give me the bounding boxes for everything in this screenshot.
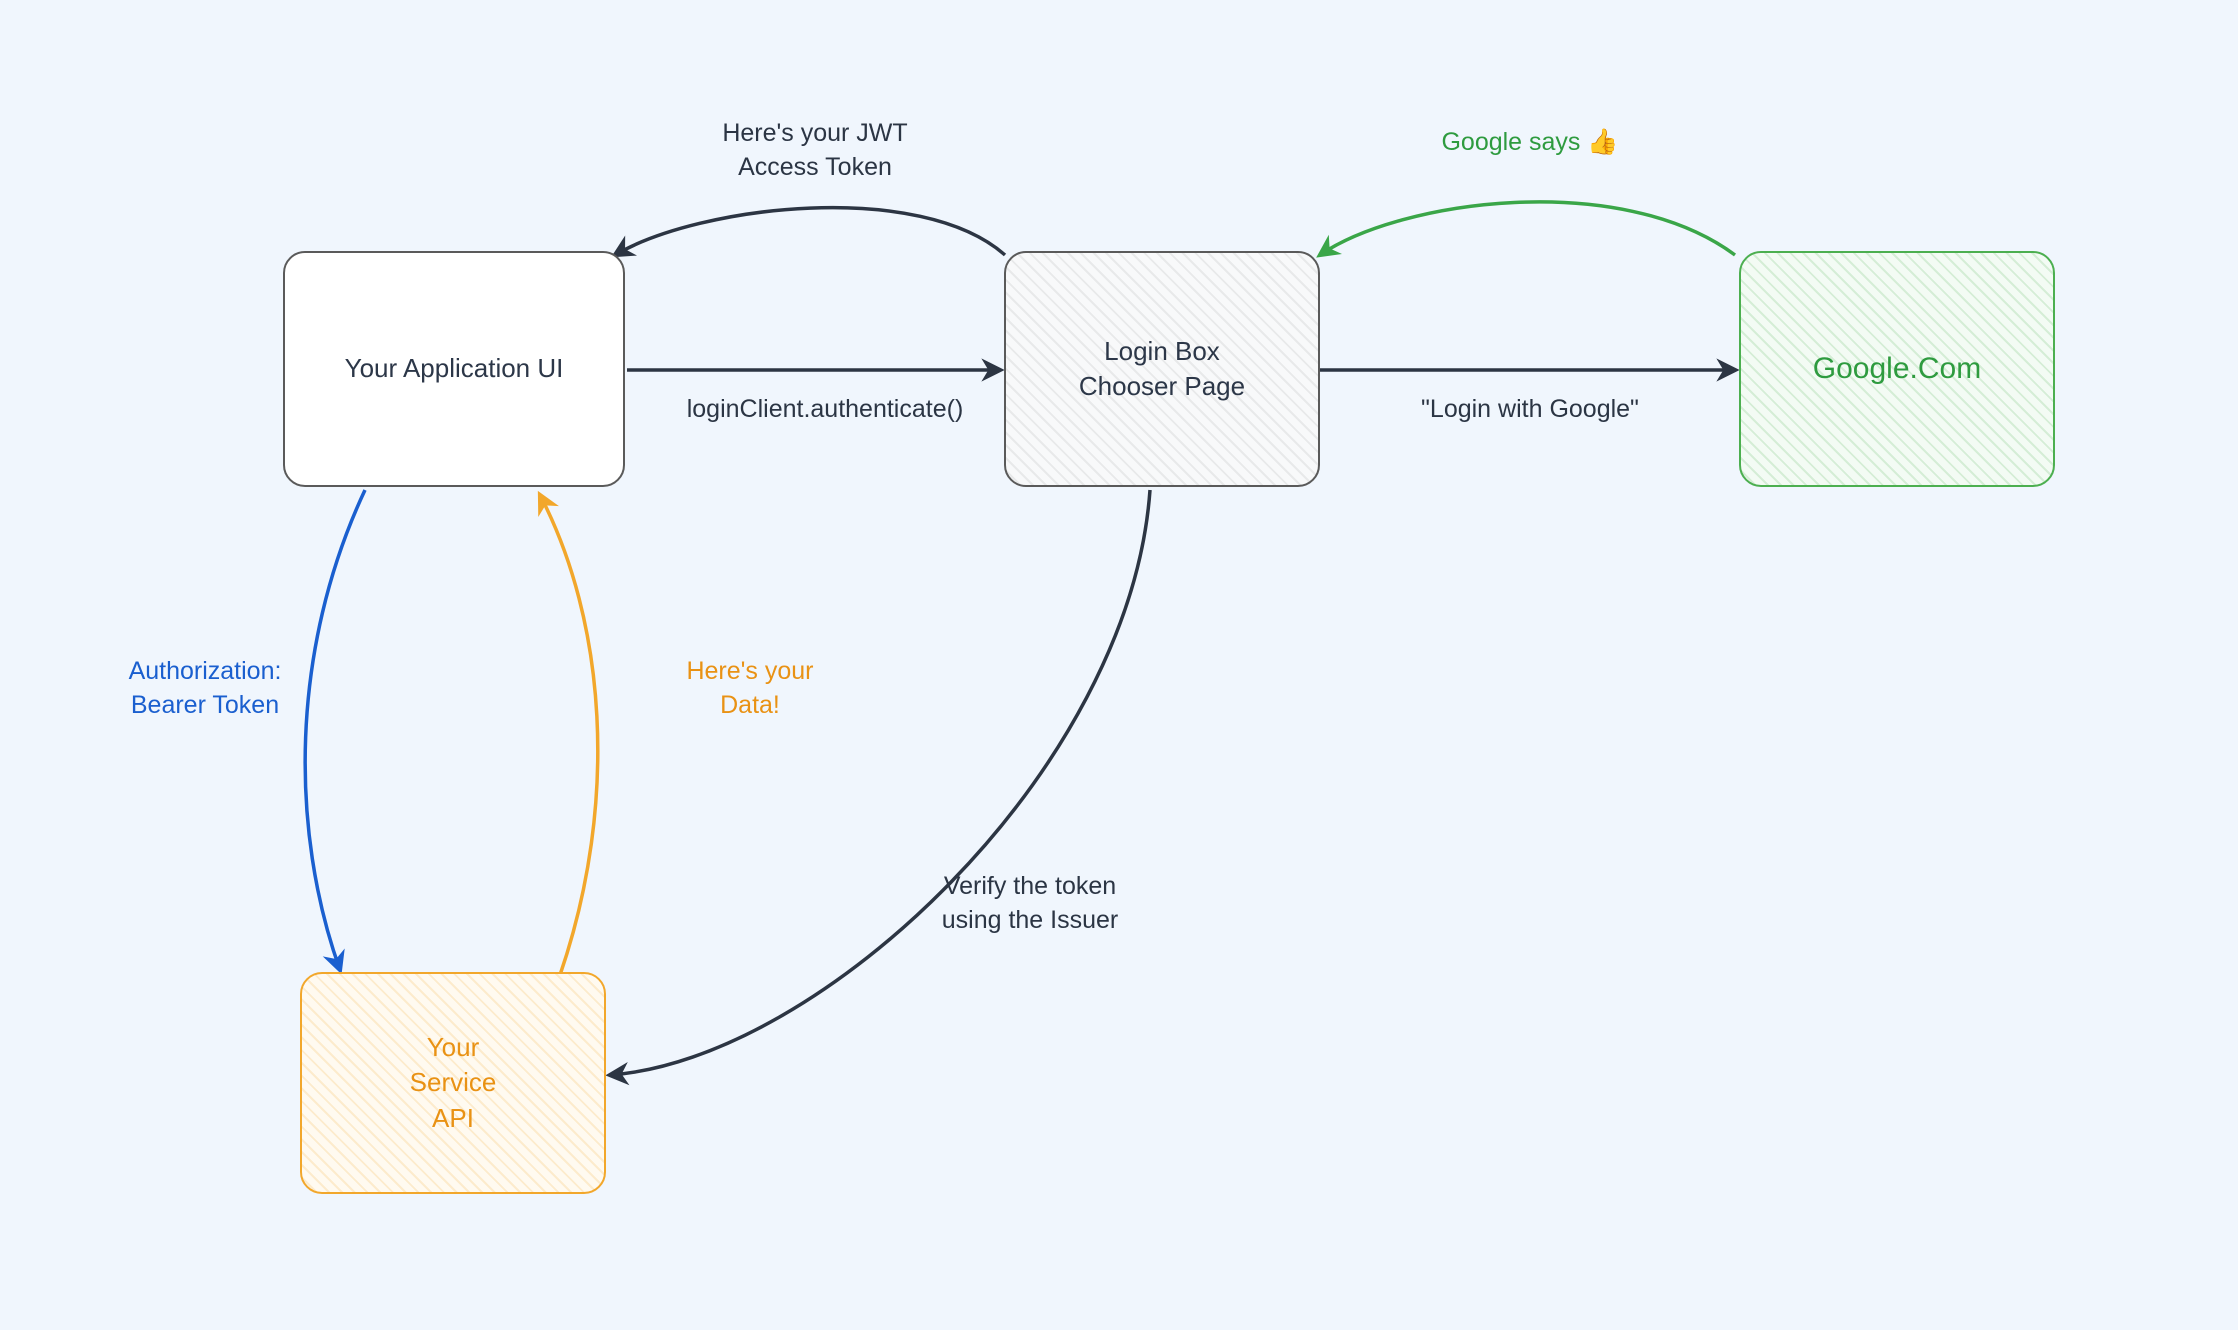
edge-label-verify-token: Verify the token using the Issuer	[880, 870, 1180, 938]
edge-bearer-token	[305, 490, 365, 970]
node-label: Login Box Chooser Page	[1079, 334, 1245, 404]
node-label: Your Service API	[410, 1030, 497, 1135]
diagram-canvas: Your Application UI Login Box Chooser Pa…	[0, 0, 2238, 1330]
node-your-service-api: Your Service API	[300, 972, 606, 1194]
edge-google-says	[1320, 202, 1735, 255]
edge-label-heres-data: Here's your Data!	[650, 655, 850, 723]
edge-label-authenticate: loginClient.authenticate()	[640, 393, 1010, 427]
node-label: Google.Com	[1813, 349, 1981, 390]
edge-label-bearer-token: Authorization: Bearer Token	[95, 655, 315, 723]
edge-label-google-says: Google says 👍	[1405, 126, 1655, 160]
edge-jwt-token	[615, 208, 1005, 255]
node-login-box-chooser: Login Box Chooser Page	[1004, 251, 1320, 487]
node-your-application-ui: Your Application UI	[283, 251, 625, 487]
node-label: Your Application UI	[345, 351, 564, 386]
edge-label-jwt-token: Here's your JWT Access Token	[660, 117, 970, 185]
edge-heres-data	[540, 495, 598, 975]
edge-label-login-with-google: "Login with Google"	[1375, 393, 1685, 427]
edge-verify-token	[610, 490, 1150, 1075]
node-google-com: Google.Com	[1739, 251, 2055, 487]
